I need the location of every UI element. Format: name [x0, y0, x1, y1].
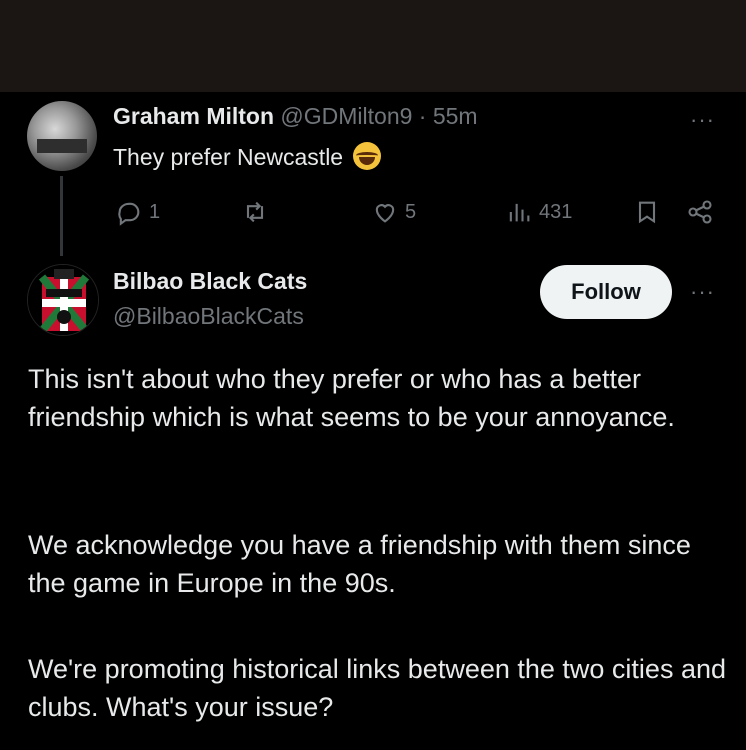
bilbao-black-cats-avatar[interactable]	[27, 264, 99, 336]
main-more-icon[interactable]: ···	[690, 281, 715, 303]
views-button[interactable]: 431	[505, 198, 572, 226]
bookmark-icon	[638, 201, 656, 224]
reply-tweet-header: Graham Milton @GDMilton9 · 55m	[113, 103, 478, 130]
reply-button[interactable]: 1	[115, 198, 160, 226]
retweet-button[interactable]	[241, 198, 269, 226]
reply-author-name[interactable]: Graham Milton	[113, 103, 274, 129]
top-bar	[0, 0, 746, 92]
reply-more-icon[interactable]: ···	[690, 109, 715, 131]
like-button[interactable]: 5	[371, 198, 416, 226]
main-author-name[interactable]: Bilbao Black Cats	[113, 268, 307, 295]
main-author-handle[interactable]: @BilbaoBlackCats	[113, 303, 304, 330]
bookmark-button[interactable]	[633, 198, 661, 226]
reply-tweet-text: They prefer Newcastle	[113, 142, 382, 171]
comment-icon	[118, 202, 140, 226]
tweet-paragraph-3: We're promoting historical links between…	[28, 654, 726, 722]
reply-count: 1	[149, 200, 161, 223]
reply-author-meta[interactable]: @GDMilton9 · 55m	[280, 103, 477, 129]
analytics-icon	[509, 203, 530, 222]
heart-icon	[375, 204, 395, 223]
share-button[interactable]	[686, 198, 714, 226]
follow-button[interactable]: Follow	[540, 265, 672, 319]
club-crest-logo	[28, 265, 98, 335]
graham-milton-avatar[interactable]	[27, 101, 97, 171]
reply-action-bar: 1 5 431	[113, 198, 723, 228]
share-icon	[688, 200, 712, 224]
like-count: 5	[405, 200, 417, 223]
reply-text-content: They prefer Newcastle	[113, 144, 344, 170]
retweet-icon	[246, 201, 264, 223]
thread-connector-line	[60, 176, 63, 256]
tweet-paragraph-2: We acknowledge you have a friendship wit…	[28, 530, 691, 598]
laughing-emoji-icon	[353, 142, 382, 170]
view-count: 431	[539, 200, 573, 223]
tweet-paragraph-1: This isn't about who they prefer or who …	[28, 364, 675, 432]
